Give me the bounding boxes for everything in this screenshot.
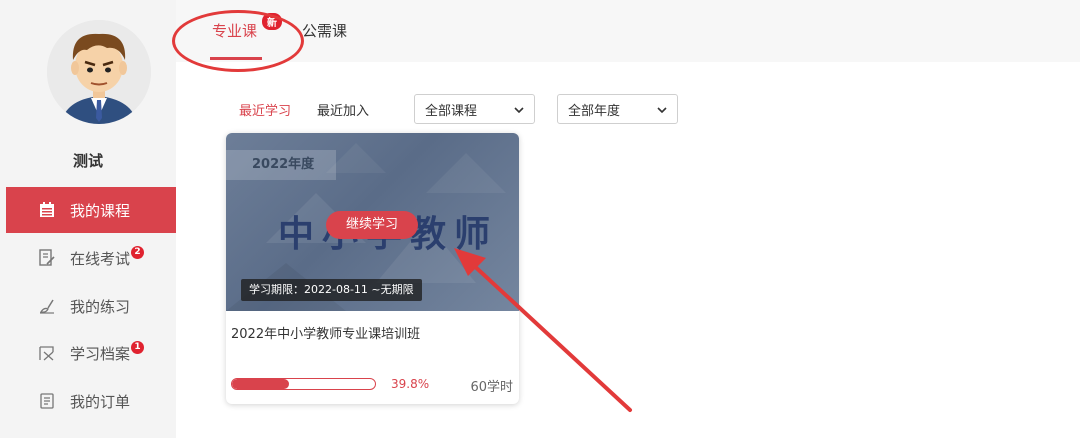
calendar-icon [38,201,56,219]
chevron-down-icon [657,102,667,117]
notification-badge: 1 [131,340,145,354]
study-period: 学习期限：2022-08-11 ~无期限 [241,279,422,301]
year-select-value: 全部年度 [568,103,621,119]
annotation-arrow [454,248,632,412]
sidebar-item-label: 我的课程 [70,201,131,220]
sidebar-item-label: 我的练习 [70,297,131,316]
annotation-circle [172,10,304,72]
sidebar-item-study-archive[interactable]: 学习档案 1 [6,330,176,376]
course-select-value: 全部课程 [425,103,478,119]
year-select[interactable]: 全部年度 [557,94,678,124]
chevron-down-icon [514,102,524,117]
sidebar-item-label: 在线考试 [70,249,131,268]
sidebar-item-my-courses[interactable]: 我的课程 [6,187,176,233]
order-icon [38,392,56,410]
sidebar-item-label: 我的订单 [70,392,131,411]
sort-recent-study[interactable]: 最近学习 [239,100,291,119]
progress-bar [231,378,376,390]
course-tabs-bar: 专业课 新 公需课 [176,0,1080,62]
course-name[interactable]: 2022年中小学教师专业课培训班 [231,323,420,342]
archive-icon [38,344,56,362]
tab-public[interactable]: 公需课 [302,20,347,41]
progress-text: 39.8% [391,377,430,391]
exam-icon [38,249,56,267]
banner-year: 2022年度 [226,150,336,180]
page: 测试 我的课程 在线考试 2 我的练习 学习档案 1 我的订单 专业课 新 公需… [0,0,1080,438]
sidebar-item-my-practice[interactable]: 我的练习 [6,283,176,329]
continue-study-button[interactable]: 继续学习 [326,211,418,239]
username: 测试 [72,152,103,170]
progress-fill [232,379,289,389]
sidebar-item-label: 学习档案 [70,344,131,363]
avatar[interactable] [47,20,151,124]
course-select[interactable]: 全部课程 [414,94,535,124]
notification-badge: 2 [131,245,145,259]
sidebar-item-online-exam[interactable]: 在线考试 2 [6,235,176,281]
sidebar-item-my-orders[interactable]: 我的订单 [6,378,176,424]
sidebar: 测试 我的课程 在线考试 2 我的练习 学习档案 1 我的订单 [0,0,176,438]
brush-icon [38,297,56,315]
sort-recent-added[interactable]: 最近加入 [317,100,369,119]
